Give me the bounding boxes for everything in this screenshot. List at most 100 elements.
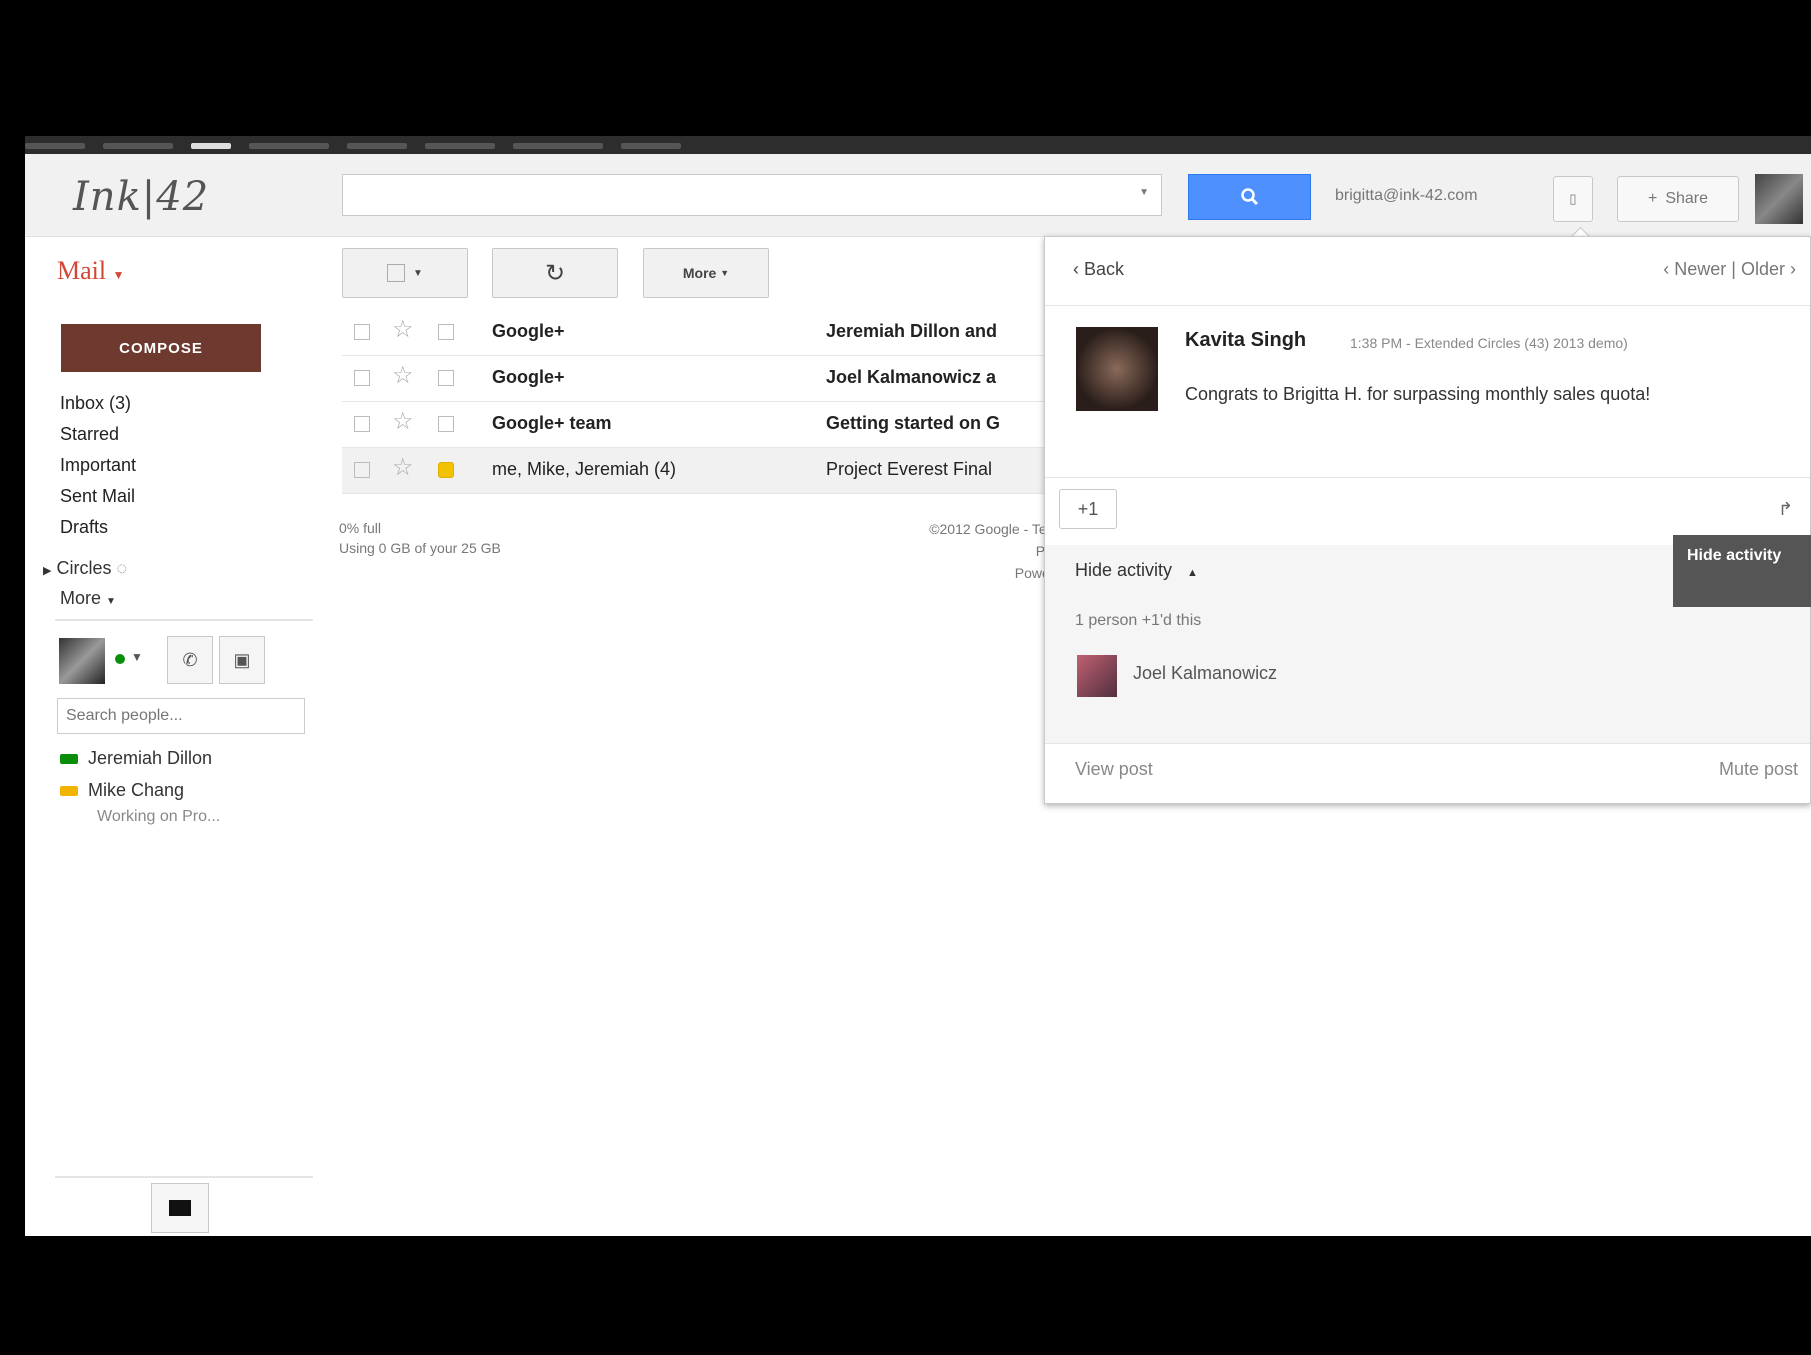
- chevron-down-icon: ▼: [112, 268, 125, 282]
- hide-activity-toggle[interactable]: Hide activity ▲: [1075, 560, 1198, 581]
- sidebar-divider: [55, 619, 313, 621]
- more-nav-link[interactable]: More ▼: [60, 588, 116, 609]
- nav-item-important[interactable]: Important: [60, 450, 136, 481]
- chevron-down-icon: ▼: [413, 267, 423, 279]
- status-caret-icon[interactable]: ▼: [131, 650, 143, 664]
- search-box[interactable]: ▼: [342, 174, 1162, 216]
- back-link[interactable]: ‹ Back: [1073, 259, 1124, 280]
- search-icon: [1240, 188, 1258, 206]
- hide-activity-label: Hide activity: [1075, 560, 1173, 580]
- email-row[interactable]: ☆ Google+ Jeremiah Dillon and: [342, 310, 1082, 356]
- row-checkbox[interactable]: [354, 370, 370, 386]
- newer-older-nav[interactable]: ‹ Newer | Older ›: [1663, 259, 1796, 280]
- notifications-button[interactable]: ▯: [1553, 176, 1593, 222]
- star-icon[interactable]: ☆: [392, 410, 414, 434]
- author-avatar[interactable]: [1076, 327, 1158, 411]
- email-row[interactable]: ☆ Google+ team Getting started on G: [342, 402, 1082, 448]
- post-meta: 1:38 PM - Extended Circles (43) 2013 dem…: [1350, 335, 1628, 351]
- expand-triangle-icon: ▶: [43, 565, 52, 577]
- row-checkbox[interactable]: [354, 462, 370, 478]
- profile-avatar[interactable]: [1755, 174, 1803, 224]
- chevron-down-icon: ▼: [106, 596, 116, 607]
- post-author[interactable]: Kavita Singh: [1185, 329, 1306, 352]
- mail-label: Mail: [57, 256, 107, 285]
- circles-section[interactable]: ▶ Circles ◌: [43, 558, 127, 579]
- mail-dropdown[interactable]: Mail ▼: [57, 256, 125, 286]
- email-list: ☆ Google+ Jeremiah Dillon and ☆ Google+ …: [342, 310, 1082, 494]
- storage-percent: 0% full: [339, 520, 382, 536]
- search-input[interactable]: [343, 175, 1139, 213]
- copyright-text[interactable]: ©2012 Google - Terms: [845, 518, 1070, 540]
- important-marker-icon[interactable]: [438, 324, 454, 340]
- circles-label: Circles: [56, 558, 112, 578]
- header-bar: Ink|42 ▼ brigitta@ink-42.com ▯ + Share: [25, 154, 1811, 237]
- storage-info: 0% full Using 0 GB of your 25 GB: [339, 518, 501, 558]
- important-marker-icon[interactable]: [438, 462, 454, 478]
- panel-divider: [1045, 305, 1810, 306]
- mail-nav: Inbox (3) Starred Important Sent Mail Dr…: [60, 388, 136, 543]
- nav-item-inbox[interactable]: Inbox (3): [60, 388, 136, 419]
- view-post-link[interactable]: View post: [1075, 759, 1153, 780]
- email-row[interactable]: ☆ Google+ Joel Kalmanowicz a: [342, 356, 1082, 402]
- select-dropdown-button[interactable]: ▼: [342, 248, 468, 298]
- program-text[interactable]: Progr: [845, 540, 1070, 562]
- nav-item-starred[interactable]: Starred: [60, 419, 136, 450]
- star-icon[interactable]: ☆: [392, 364, 414, 388]
- email-row[interactable]: ☆ me, Mike, Jeremiah (4) Project Everest…: [342, 448, 1082, 494]
- plusone-person-avatar[interactable]: [1077, 655, 1117, 697]
- refresh-icon: ↻: [544, 259, 566, 287]
- share-arrow-icon[interactable]: ↱: [1778, 499, 1793, 520]
- contact-name: Jeremiah Dillon: [88, 748, 213, 768]
- plusone-person-name[interactable]: Joel Kalmanowicz: [1133, 663, 1277, 684]
- collapse-icon: ▲: [1187, 567, 1198, 579]
- phone-icon: ✆: [182, 649, 198, 670]
- star-icon[interactable]: ☆: [392, 318, 414, 342]
- email-sender: Google+ team: [492, 413, 612, 433]
- post-text: Congrats to Brigitta H. for surpassing m…: [1185, 384, 1651, 404]
- panel-divider: [1045, 743, 1810, 744]
- nav-item-drafts[interactable]: Drafts: [60, 512, 136, 543]
- important-marker-icon[interactable]: [438, 370, 454, 386]
- chevron-down-icon: ▼: [720, 268, 730, 278]
- contact-mike[interactable]: Mike Chang: [60, 780, 184, 801]
- circles-icon: ◌: [116, 558, 128, 578]
- compose-button[interactable]: COMPOSE: [61, 324, 261, 372]
- contact-name: Mike Chang: [88, 780, 185, 800]
- nav-item-sent[interactable]: Sent Mail: [60, 481, 136, 512]
- video-status-icon: [60, 754, 78, 765]
- account-email[interactable]: brigitta@ink-42.com: [1335, 187, 1478, 205]
- refresh-button[interactable]: ↻: [492, 248, 618, 298]
- select-checkbox-icon: [387, 264, 406, 282]
- chat-user-avatar[interactable]: [59, 638, 105, 684]
- email-sender: Google+: [492, 367, 565, 387]
- storage-usage: Using 0 GB of your 25 GB: [339, 540, 501, 556]
- powered-text: Powered: [1014, 565, 1070, 581]
- search-button[interactable]: [1188, 174, 1311, 220]
- chat-toggle-button[interactable]: [151, 1183, 209, 1233]
- row-checkbox[interactable]: [354, 324, 370, 340]
- share-button[interactable]: + Share: [1617, 176, 1739, 222]
- notification-panel: ‹ Back ‹ Newer | Older › Kavita Singh 1:…: [1044, 236, 1811, 804]
- mute-post-link[interactable]: Mute post: [1719, 759, 1798, 780]
- email-sender: Google+: [492, 321, 565, 341]
- panel-divider: [1045, 477, 1810, 478]
- search-people-input[interactable]: [57, 698, 305, 734]
- app-logo[interactable]: Ink|42: [73, 174, 209, 220]
- search-options-caret-icon[interactable]: ▼: [1139, 187, 1149, 198]
- call-phone-button[interactable]: ✆: [167, 636, 213, 684]
- browser-top-bar: [25, 136, 1811, 154]
- more-actions-label: More: [682, 265, 717, 281]
- share-label: Share: [1665, 190, 1709, 207]
- important-marker-icon[interactable]: [438, 416, 454, 432]
- plusone-count: 1 person +1'd this: [1075, 612, 1202, 629]
- video-chat-button[interactable]: ▣: [219, 636, 265, 684]
- more-actions-button[interactable]: More ▼: [643, 248, 769, 298]
- sidebar-bottom-divider: [55, 1176, 313, 1178]
- online-status-dot[interactable]: [115, 654, 125, 664]
- plusone-button[interactable]: +1: [1059, 489, 1117, 529]
- row-checkbox[interactable]: [354, 416, 370, 432]
- star-icon[interactable]: ☆: [392, 456, 414, 480]
- footer-links: ©2012 Google - Terms Progr Powered: [845, 518, 1070, 584]
- video-status-icon: [60, 786, 78, 797]
- contact-jeremiah[interactable]: Jeremiah Dillon: [60, 748, 212, 769]
